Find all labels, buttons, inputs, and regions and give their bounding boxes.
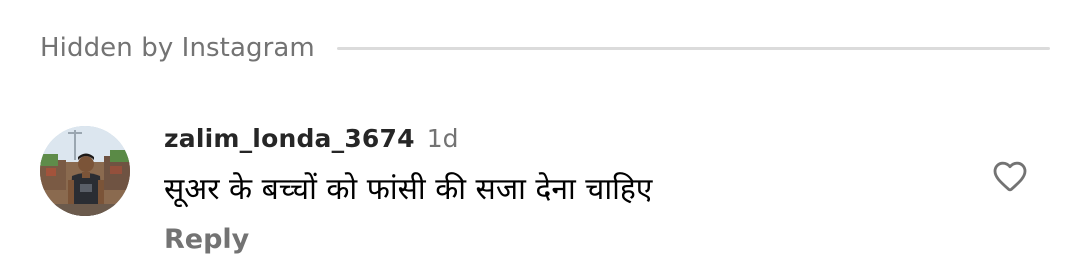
user-avatar-icon [40,126,130,216]
comment-timestamp: 1d [426,124,459,153]
comment-body: zalim_londa_3674 1d सूअर के बच्चों को फा… [164,124,944,255]
comment-item: zalim_londa_3674 1d सूअर के बच्चों को फा… [40,124,1040,264]
hidden-by-instagram-label: Hidden by Instagram [40,33,315,63]
comment-text: सूअर के बच्चों को फांसी की सजा देना चाहि… [164,172,653,207]
comments-panel: Hidden by Instagram zalim_londa_3674 1d … [0,0,1076,270]
hidden-section-divider [336,46,1050,50]
comment-username[interactable]: zalim_londa_3674 [164,124,415,153]
avatar[interactable] [40,126,130,216]
comment-meta: zalim_londa_3674 1d [164,124,944,158]
like-button[interactable] [989,156,1031,196]
hidden-comments-header[interactable]: Hidden by Instagram [40,28,1050,68]
reply-button[interactable]: Reply [164,224,249,255]
heart-outline-icon [993,161,1027,192]
